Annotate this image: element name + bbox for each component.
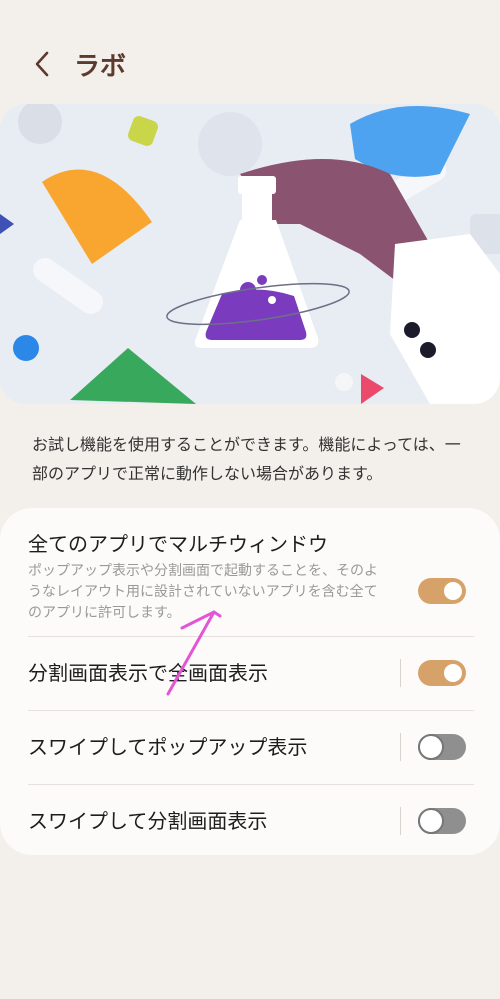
setting-swipe-split-screen[interactable]: スワイプして分割画面表示: [28, 806, 474, 846]
toggle-knob: [418, 808, 444, 834]
setting-title: 分割画面表示で全画面表示: [28, 661, 268, 685]
lab-illustration: [0, 104, 500, 404]
vertical-separator: [400, 659, 401, 687]
back-button[interactable]: [24, 44, 60, 84]
vertical-separator: [400, 733, 401, 761]
description-text: お試し機能を使用することができます。機能によっては、一部のアプリで正常に動作しな…: [32, 435, 461, 483]
setting-title: 全てのアプリでマルチウィンドウ: [28, 532, 328, 556]
settings-card: 全てのアプリでマルチウィンドウ ポップアップ表示や分割画面で起動することを、その…: [0, 508, 500, 855]
page-title: ラボ: [74, 52, 127, 82]
divider: [28, 710, 474, 711]
setting-swipe-popup[interactable]: スワイプしてポップアップ表示: [28, 732, 474, 772]
setting-title: スワイプして分割画面表示: [28, 809, 268, 833]
toggle-knob: [418, 734, 444, 760]
setting-title: スワイプしてポップアップ表示: [28, 735, 308, 759]
chevron-left-icon: [35, 51, 49, 77]
toggle-knob: [442, 580, 464, 602]
toggle-switch[interactable]: [418, 578, 466, 604]
toggle-switch[interactable]: [418, 660, 466, 686]
vertical-separator: [400, 807, 401, 835]
toggle-switch[interactable]: [418, 808, 466, 834]
toggle-knob: [442, 662, 464, 684]
divider: [28, 784, 474, 785]
setting-multiwindow-all-apps[interactable]: 全てのアプリでマルチウィンドウ ポップアップ表示や分割画面で起動することを、その…: [28, 528, 474, 624]
setting-description: ポップアップ表示や分割画面で起動することを、そのようなレイアウト用に設計されてい…: [28, 563, 378, 621]
toggle-switch[interactable]: [418, 734, 466, 760]
setting-split-screen-fullscreen[interactable]: 分割画面表示で全画面表示: [28, 658, 474, 698]
divider: [28, 636, 474, 637]
top-bar: ラボ: [0, 30, 500, 100]
